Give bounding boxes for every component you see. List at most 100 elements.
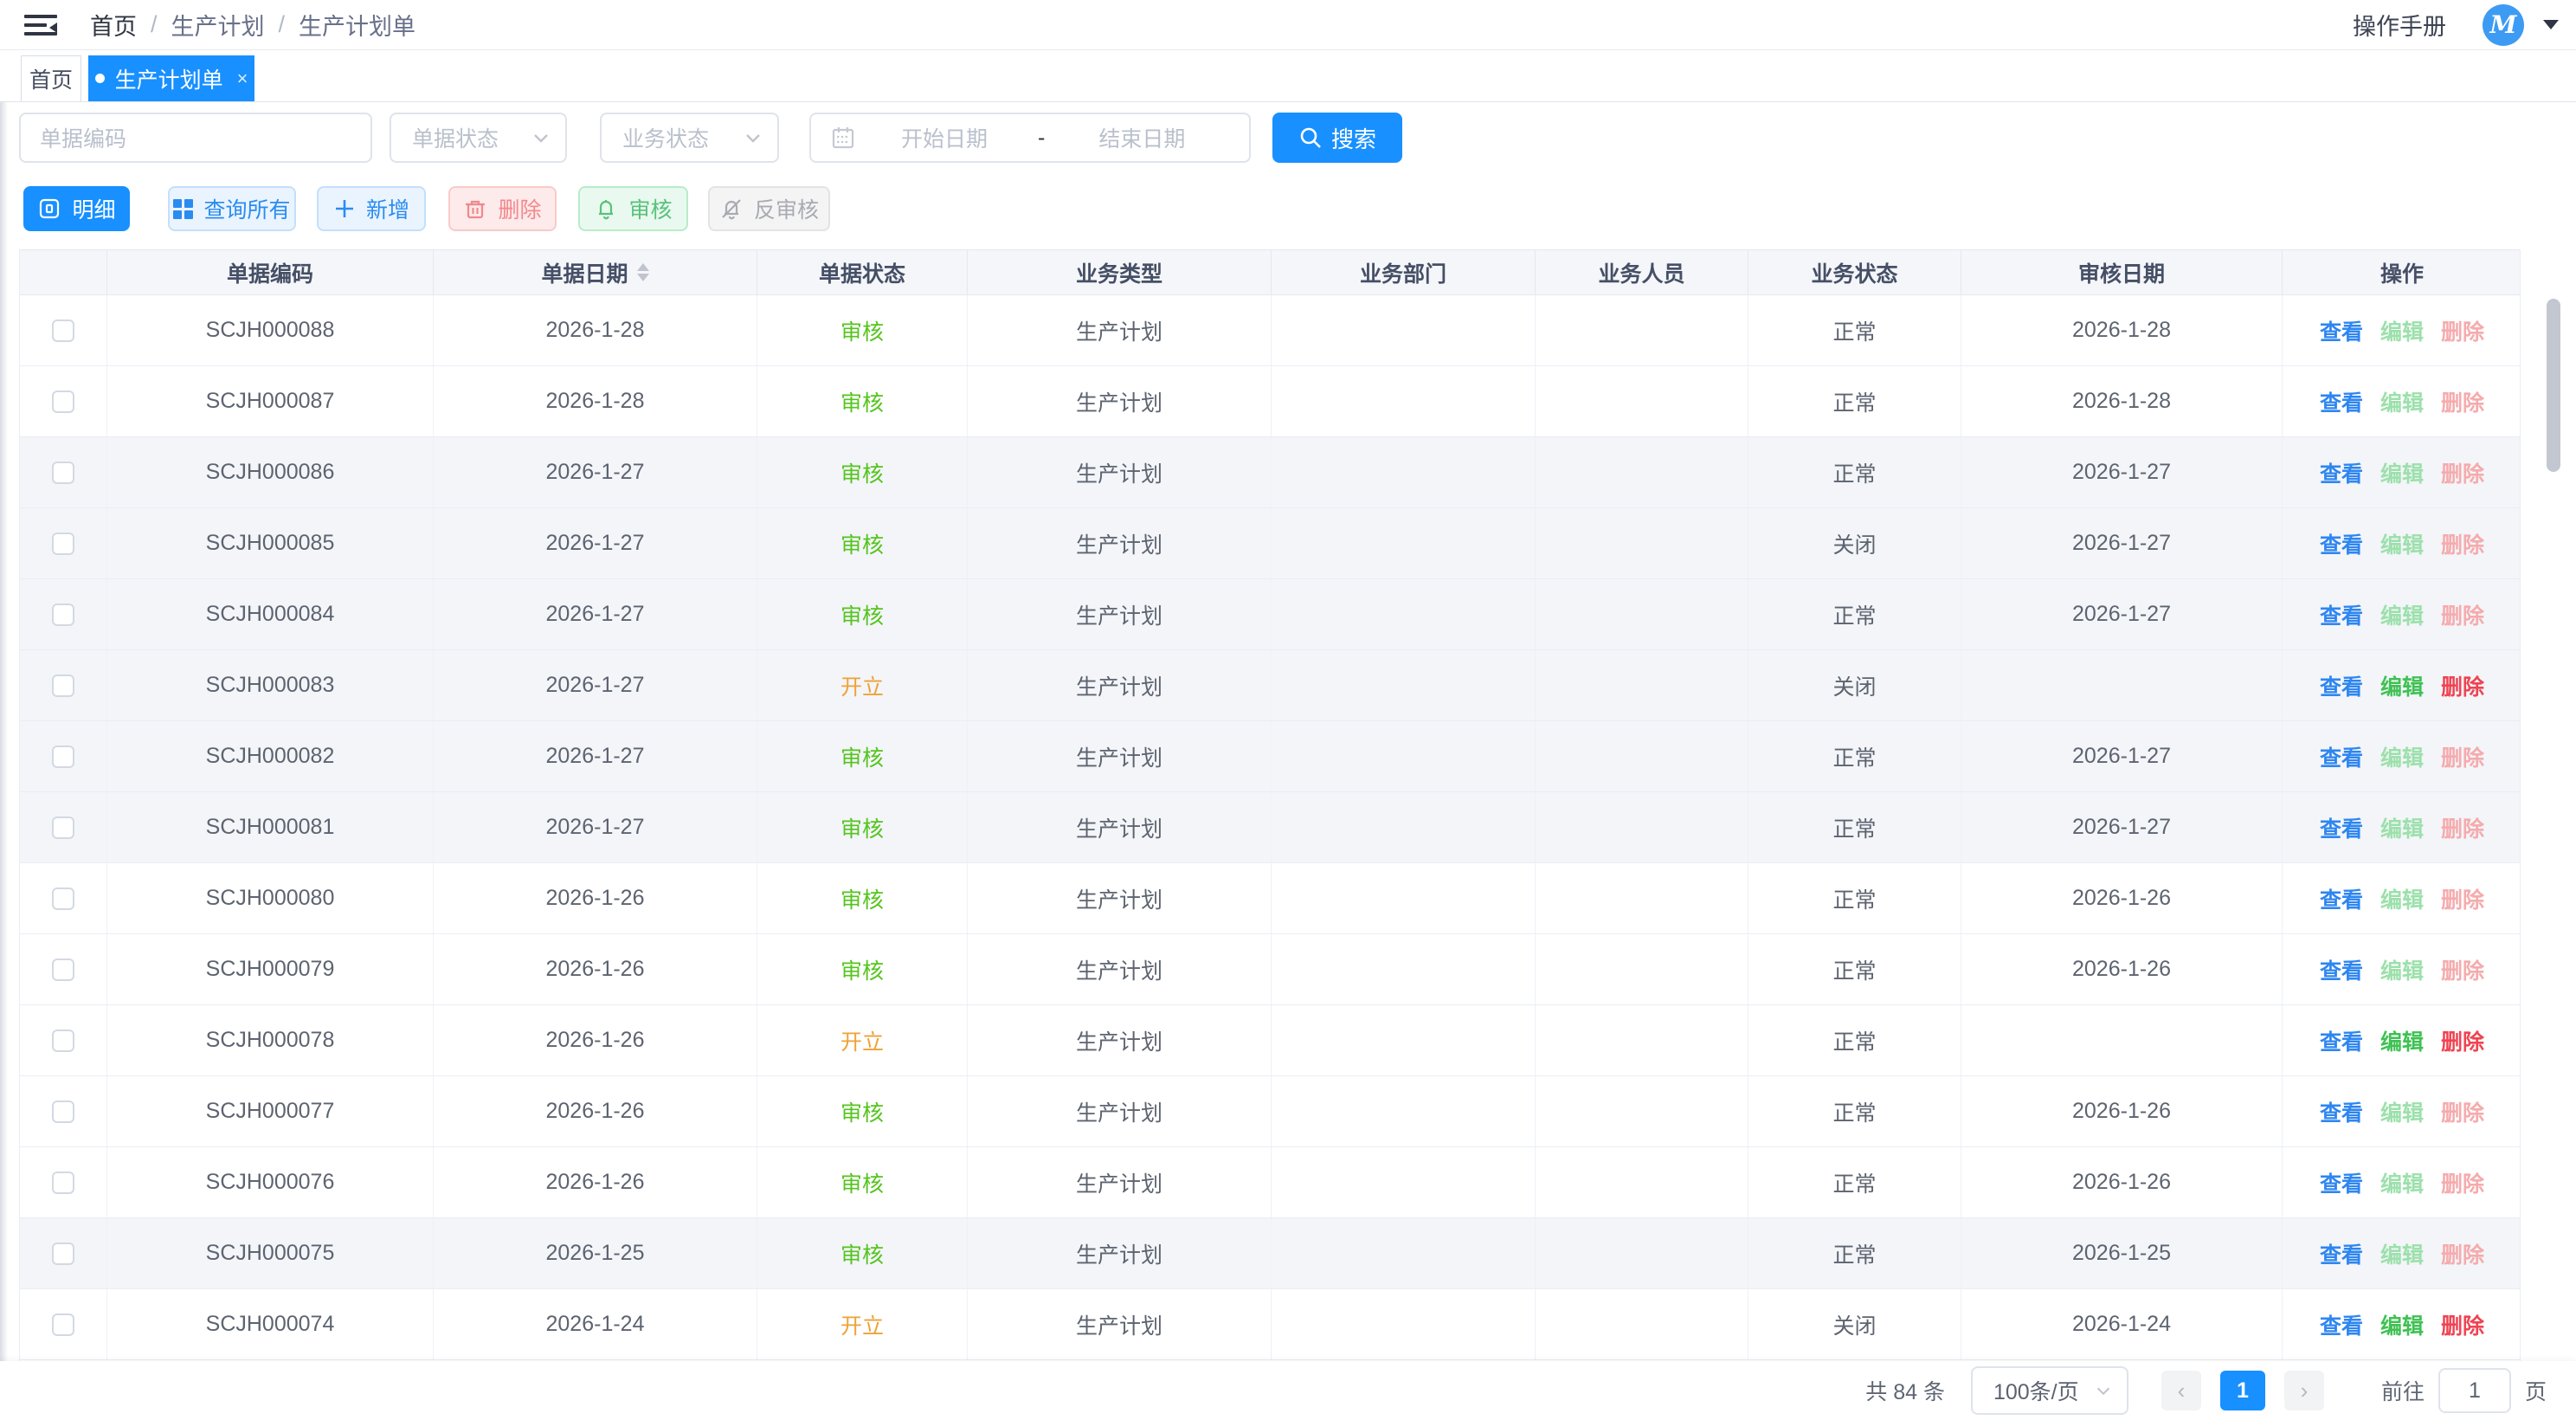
delete-link[interactable]: 删除 bbox=[2441, 1167, 2484, 1198]
biz-status-select[interactable]: 业务状态 bbox=[600, 113, 779, 163]
edit-link[interactable]: 编辑 bbox=[2380, 741, 2424, 772]
row-checkbox[interactable] bbox=[52, 1030, 74, 1052]
row-checkbox[interactable] bbox=[52, 1242, 74, 1265]
tab-production-plan-active[interactable]: 生产计划单 × bbox=[88, 55, 254, 101]
edit-link[interactable]: 编辑 bbox=[2380, 883, 2424, 914]
edit-link[interactable]: 编辑 bbox=[2380, 528, 2424, 559]
query-all-button[interactable]: 查询所有 bbox=[168, 186, 296, 231]
user-menu-caret-icon[interactable] bbox=[2543, 20, 2559, 29]
delete-link[interactable]: 删除 bbox=[2441, 599, 2484, 630]
delete-link[interactable]: 删除 bbox=[2441, 1025, 2484, 1056]
view-link[interactable]: 查看 bbox=[2320, 386, 2363, 417]
delete-link[interactable]: 删除 bbox=[2441, 315, 2484, 346]
delete-link[interactable]: 删除 bbox=[2441, 741, 2484, 772]
cell-checkbox bbox=[20, 934, 107, 1004]
row-checkbox[interactable] bbox=[52, 1172, 74, 1194]
delete-link[interactable]: 删除 bbox=[2441, 954, 2484, 985]
doc-status-badge: 开立 bbox=[840, 1309, 884, 1340]
sort-icon[interactable] bbox=[637, 263, 649, 281]
cell-biz-dept bbox=[1272, 650, 1536, 720]
breadcrumb-level1[interactable]: 生产计划 bbox=[171, 8, 265, 42]
row-checkbox[interactable] bbox=[52, 390, 74, 413]
view-link[interactable]: 查看 bbox=[2320, 1309, 2363, 1340]
row-checkbox[interactable] bbox=[52, 816, 74, 839]
view-link[interactable]: 查看 bbox=[2320, 528, 2363, 559]
cell-biz-person bbox=[1536, 863, 1748, 933]
vertical-scrollbar-thumb[interactable] bbox=[2547, 299, 2560, 472]
edit-link[interactable]: 编辑 bbox=[2380, 1025, 2424, 1056]
cell-doc-status: 审核 bbox=[757, 863, 968, 933]
view-link[interactable]: 查看 bbox=[2320, 670, 2363, 701]
view-link[interactable]: 查看 bbox=[2320, 741, 2363, 772]
delete-link[interactable]: 删除 bbox=[2441, 812, 2484, 843]
row-checkbox[interactable] bbox=[52, 674, 74, 697]
start-date-placeholder[interactable]: 开始日期 bbox=[901, 122, 988, 153]
view-link[interactable]: 查看 bbox=[2320, 1025, 2363, 1056]
edit-link[interactable]: 编辑 bbox=[2380, 670, 2424, 701]
row-checkbox[interactable] bbox=[52, 1314, 74, 1336]
user-avatar[interactable]: M bbox=[2483, 4, 2524, 46]
cell-biz-dept bbox=[1272, 721, 1536, 791]
row-checkbox[interactable] bbox=[52, 888, 74, 910]
view-link[interactable]: 查看 bbox=[2320, 954, 2363, 985]
page-size-select[interactable]: 100条/页 bbox=[1971, 1366, 2128, 1415]
delete-link[interactable]: 删除 bbox=[2441, 528, 2484, 559]
row-checkbox[interactable] bbox=[52, 958, 74, 981]
row-checkbox[interactable] bbox=[52, 462, 74, 484]
next-page-button[interactable]: › bbox=[2284, 1371, 2324, 1410]
col-header-9: 操作 bbox=[2283, 250, 2521, 294]
tab-home[interactable]: 首页 bbox=[21, 55, 81, 101]
view-link[interactable]: 查看 bbox=[2320, 599, 2363, 630]
delete-link[interactable]: 删除 bbox=[2441, 670, 2484, 701]
edit-link[interactable]: 编辑 bbox=[2380, 812, 2424, 843]
view-link[interactable]: 查看 bbox=[2320, 1096, 2363, 1127]
detail-button[interactable]: 明细 bbox=[23, 186, 130, 231]
audit-button[interactable]: 审核 bbox=[578, 186, 688, 231]
edit-link[interactable]: 编辑 bbox=[2380, 599, 2424, 630]
delete-link[interactable]: 删除 bbox=[2441, 457, 2484, 488]
delete-link[interactable]: 删除 bbox=[2441, 386, 2484, 417]
delete-link[interactable]: 删除 bbox=[2441, 883, 2484, 914]
view-link[interactable]: 查看 bbox=[2320, 1238, 2363, 1269]
row-checkbox[interactable] bbox=[52, 604, 74, 626]
view-link[interactable]: 查看 bbox=[2320, 883, 2363, 914]
edit-link[interactable]: 编辑 bbox=[2380, 386, 2424, 417]
operation-manual-link[interactable]: 操作手册 bbox=[2353, 8, 2446, 42]
row-checkbox[interactable] bbox=[52, 1100, 74, 1123]
edit-link[interactable]: 编辑 bbox=[2380, 315, 2424, 346]
edit-link[interactable]: 编辑 bbox=[2380, 1096, 2424, 1127]
collapse-sidebar-icon[interactable] bbox=[24, 10, 57, 40]
add-button[interactable]: 新增 bbox=[317, 186, 426, 231]
doc-code-input[interactable]: 单据编码 bbox=[19, 113, 372, 163]
cell-doc-date: 2026-1-26 bbox=[434, 934, 757, 1004]
delete-link[interactable]: 删除 bbox=[2441, 1309, 2484, 1340]
delete-link[interactable]: 删除 bbox=[2441, 1238, 2484, 1269]
edit-link[interactable]: 编辑 bbox=[2380, 1309, 2424, 1340]
row-checkbox[interactable] bbox=[52, 746, 74, 768]
breadcrumb-home[interactable]: 首页 bbox=[90, 8, 137, 42]
edit-link[interactable]: 编辑 bbox=[2380, 457, 2424, 488]
end-date-placeholder[interactable]: 结束日期 bbox=[1098, 122, 1185, 153]
date-range-picker[interactable]: 开始日期 - 结束日期 bbox=[809, 113, 1251, 163]
reverse-audit-button[interactable]: 反审核 bbox=[708, 186, 830, 231]
cell-doc-status: 审核 bbox=[757, 508, 968, 578]
delete-button[interactable]: 删除 bbox=[448, 186, 557, 231]
edit-link[interactable]: 编辑 bbox=[2380, 1238, 2424, 1269]
doc-status-select[interactable]: 单据状态 bbox=[390, 113, 567, 163]
view-link[interactable]: 查看 bbox=[2320, 457, 2363, 488]
search-button[interactable]: 搜索 bbox=[1272, 113, 1402, 163]
prev-page-button[interactable]: ‹ bbox=[2161, 1371, 2201, 1410]
action-toolbar: 明细 查询所有 新增 删除 审核 反审核 bbox=[0, 182, 2576, 242]
view-link[interactable]: 查看 bbox=[2320, 812, 2363, 843]
view-link[interactable]: 查看 bbox=[2320, 1167, 2363, 1198]
tab-close-icon[interactable]: × bbox=[237, 68, 248, 90]
edit-link[interactable]: 编辑 bbox=[2380, 954, 2424, 985]
edit-link[interactable]: 编辑 bbox=[2380, 1167, 2424, 1198]
current-page-button[interactable]: 1 bbox=[2220, 1371, 2265, 1410]
goto-page-input[interactable] bbox=[2438, 1368, 2511, 1413]
row-checkbox[interactable] bbox=[52, 320, 74, 342]
row-checkbox[interactable] bbox=[52, 532, 74, 555]
view-link[interactable]: 查看 bbox=[2320, 315, 2363, 346]
delete-link[interactable]: 删除 bbox=[2441, 1096, 2484, 1127]
cell-operations: 查看编辑删除 bbox=[2283, 1147, 2521, 1217]
